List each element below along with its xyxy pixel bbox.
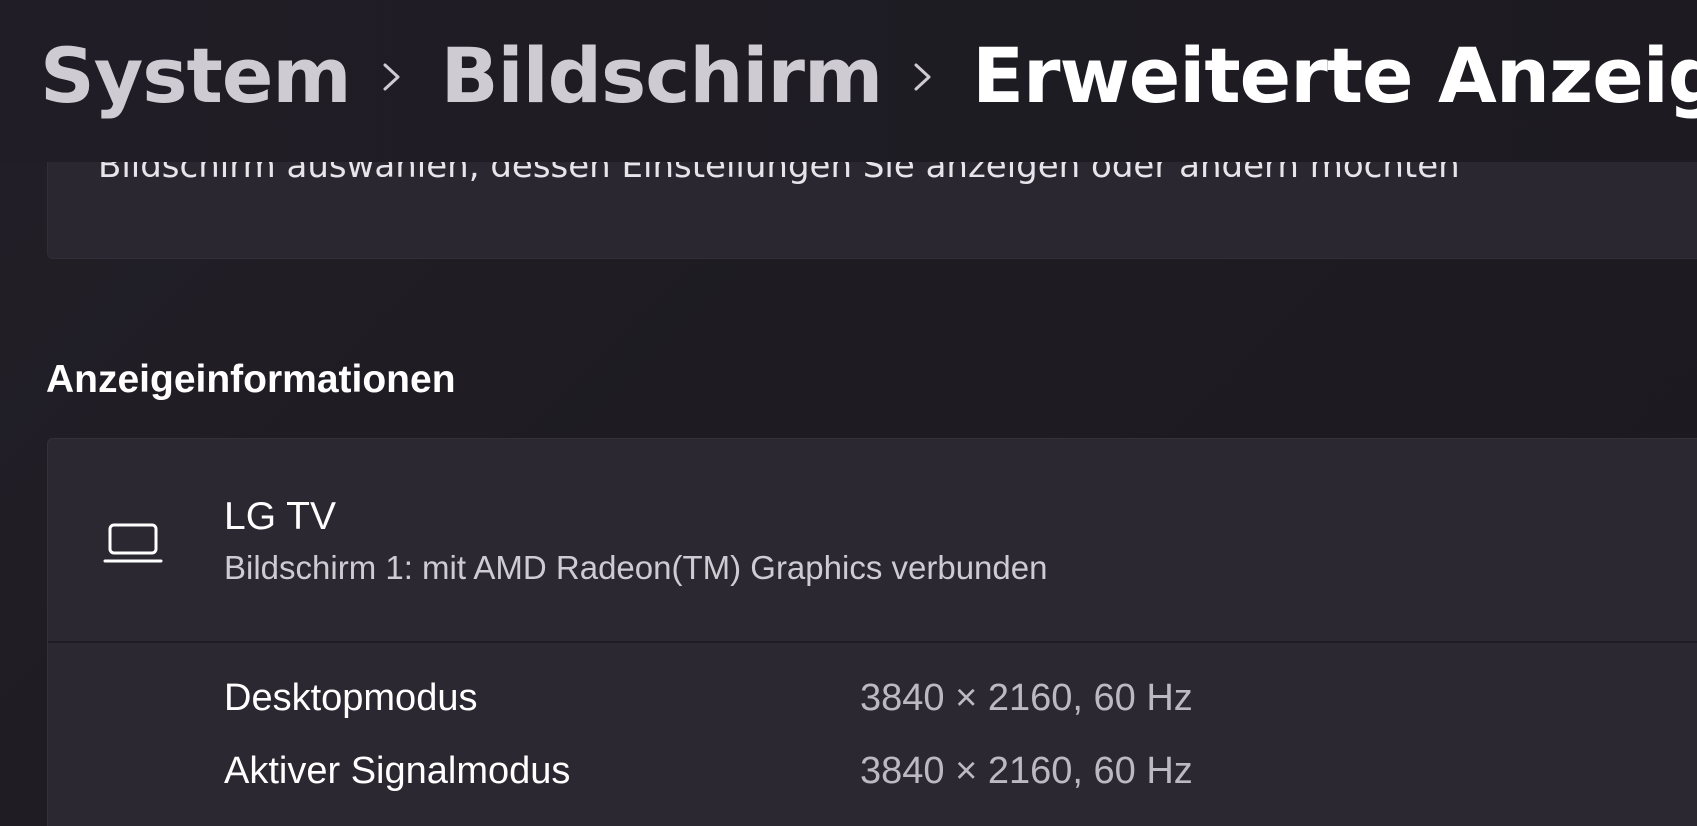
info-value: 3840 × 2160, 60 Hz <box>860 750 1193 792</box>
settings-page: Bildschirm auswählen, dessen Einstellung… <box>0 0 1697 826</box>
info-row-active-signal-mode: Aktiver Signalmodus 3840 × 2160, 60 Hz <box>224 750 1624 800</box>
breadcrumb-item-erweiterte-anzeige: Erweiterte Anzeige <box>972 31 1697 120</box>
info-value: 3840 × 2160, 60 Hz <box>860 677 1193 719</box>
breadcrumb-item-system[interactable]: System <box>40 26 352 126</box>
display-name: LG TV <box>224 495 336 538</box>
display-info-card: LG TV Bildschirm 1: mit AMD Radeon(TM) G… <box>47 438 1697 826</box>
info-label: Aktiver Signalmodus <box>224 750 571 792</box>
laptop-icon <box>103 521 163 565</box>
chevron-right-icon <box>351 26 441 126</box>
breadcrumb: System Bildschirm Erweiterte Anzeige <box>40 26 1697 126</box>
page-header: System Bildschirm Erweiterte Anzeige <box>0 0 1697 162</box>
chevron-right-icon <box>882 26 972 126</box>
info-label: Desktopmodus <box>224 677 478 719</box>
breadcrumb-item-bildschirm[interactable]: Bildschirm <box>441 26 884 126</box>
display-info-header: LG TV Bildschirm 1: mit AMD Radeon(TM) G… <box>48 439 1697 643</box>
section-title-display-info: Anzeigeinformationen <box>46 358 456 401</box>
display-connection-info: Bildschirm 1: mit AMD Radeon(TM) Graphic… <box>224 549 1048 586</box>
info-row-desktop-mode: Desktopmodus 3840 × 2160, 60 Hz <box>224 677 1624 727</box>
